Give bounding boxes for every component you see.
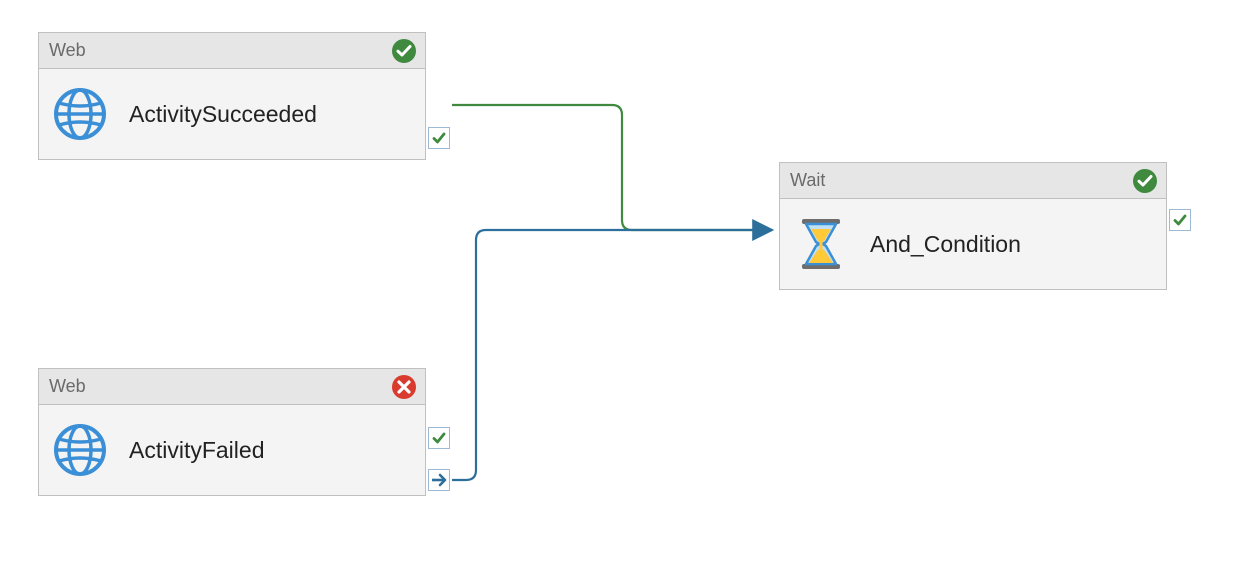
- activity-name: ActivityFailed: [129, 437, 264, 464]
- pipeline-canvas[interactable]: Web ActivitySucceeded: [0, 0, 1245, 568]
- activity-type-label: Wait: [790, 170, 1132, 191]
- activity-name: ActivitySucceeded: [129, 101, 317, 128]
- edge-succeeded-to-and: [452, 105, 772, 230]
- success-port[interactable]: [428, 427, 450, 449]
- activity-body: ActivityFailed: [39, 405, 425, 495]
- status-success-icon: [391, 38, 417, 64]
- activity-body: And_Condition: [780, 199, 1166, 289]
- status-success-icon: [1132, 168, 1158, 194]
- success-port[interactable]: [428, 127, 450, 149]
- activity-header: Wait: [780, 163, 1166, 199]
- hourglass-icon: [794, 217, 848, 271]
- activity-body: ActivitySucceeded: [39, 69, 425, 159]
- edge-failed-to-and: [452, 230, 772, 480]
- activity-type-label: Web: [49, 376, 391, 397]
- globe-icon: [53, 423, 107, 477]
- status-failed-icon: [391, 374, 417, 400]
- completion-port[interactable]: [428, 469, 450, 491]
- activity-name: And_Condition: [870, 231, 1021, 258]
- activity-header: Web: [39, 369, 425, 405]
- activity-type-label: Web: [49, 40, 391, 61]
- activity-activityfailed[interactable]: Web ActivityFailed: [38, 368, 426, 496]
- activity-andcondition[interactable]: Wait: [779, 162, 1167, 290]
- success-port[interactable]: [1169, 209, 1191, 231]
- activity-header: Web: [39, 33, 425, 69]
- globe-icon: [53, 87, 107, 141]
- activity-activitysucceeded[interactable]: Web ActivitySucceeded: [38, 32, 426, 160]
